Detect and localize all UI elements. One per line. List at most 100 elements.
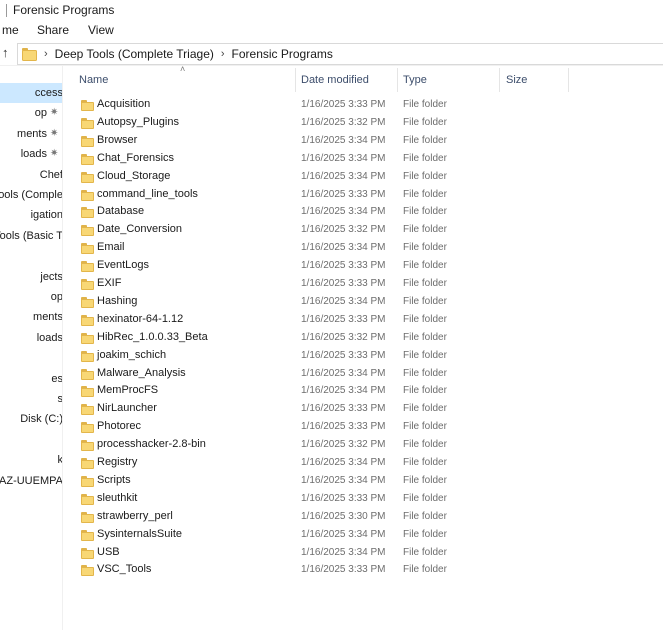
nav-item[interactable]: s bbox=[0, 389, 63, 409]
column-header-type[interactable]: Type bbox=[403, 74, 427, 86]
nav-item[interactable]: igation bbox=[0, 205, 62, 225]
nav-item[interactable] bbox=[0, 430, 62, 450]
column-divider[interactable] bbox=[499, 68, 500, 92]
file-row[interactable]: Email 1/16/2025 3:34 PM File folder bbox=[63, 239, 663, 257]
nav-item-label: op bbox=[50, 291, 63, 303]
folder-icon bbox=[81, 332, 94, 344]
ribbon-tab-share[interactable]: Share bbox=[37, 23, 69, 37]
file-row[interactable]: Malware_Analysis 1/16/2025 3:34 PM File fo… bbox=[63, 365, 663, 383]
nav-item[interactable]: ments ✷ bbox=[0, 124, 62, 144]
column-divider[interactable] bbox=[397, 68, 398, 92]
nav-item[interactable]: Chef bbox=[0, 165, 62, 185]
pin-icon[interactable]: ✷ bbox=[50, 144, 58, 164]
folder-icon bbox=[81, 171, 94, 183]
date-modified: 1/16/2025 3:33 PM bbox=[301, 313, 386, 325]
file-row[interactable]: Scripts 1/16/2025 3:34 PM File folder bbox=[63, 472, 663, 490]
file-name: Database bbox=[97, 205, 145, 218]
file-row[interactable]: EventLogs 1/16/2025 3:33 PM File folder bbox=[63, 257, 663, 275]
file-row[interactable]: Acquisition 1/16/2025 3:33 PM File folder bbox=[63, 96, 663, 114]
nav-item-label: ments bbox=[17, 127, 47, 140]
file-name: EXIF bbox=[97, 277, 122, 289]
folder-icon bbox=[81, 440, 94, 452]
file-row[interactable]: sleuthkit 1/16/2025 3:33 PM File folder bbox=[63, 490, 663, 508]
column-header-name[interactable]: Name bbox=[79, 74, 108, 86]
nav-item[interactable] bbox=[0, 246, 62, 266]
navigation-pane[interactable]: ccessop✷ments✷loads✷ChefTools (Compleiga… bbox=[0, 66, 63, 630]
file-row[interactable]: VSC_Tools 1/16/2025 3:33 PM File folder bbox=[63, 561, 663, 579]
folder-icon bbox=[81, 189, 94, 201]
nav-item[interactable]: ments bbox=[0, 307, 62, 327]
date-modified: 1/16/2025 3:34 PM bbox=[301, 474, 386, 486]
nav-item[interactable]: Disk (C:) bbox=[0, 409, 62, 429]
nav-item[interactable]: es bbox=[0, 369, 63, 389]
file-row[interactable]: processhacker-2.8-bin 1/16/2025 3:32 PM Fi… bbox=[63, 436, 663, 454]
file-row[interactable]: Browser 1/16/2025 3:34 PM File folder bbox=[63, 132, 663, 150]
column-divider[interactable] bbox=[568, 68, 569, 92]
address-bar[interactable]: › Deep Tools (Complete Triage) › Forensi… bbox=[17, 43, 663, 65]
file-row[interactable]: USB 1/16/2025 3:34 PM File folder bbox=[63, 544, 663, 562]
file-row[interactable]: joakim_schich 1/16/2025 3:33 PM File folde… bbox=[63, 347, 663, 365]
file-type: File folder bbox=[403, 116, 447, 128]
nav-item[interactable]: op bbox=[0, 287, 63, 307]
folder-icon bbox=[81, 243, 94, 255]
folder-icon bbox=[81, 153, 94, 165]
file-type: File folder bbox=[403, 492, 447, 504]
file-row[interactable]: Photorec 1/16/2025 3:33 PM File folder bbox=[63, 418, 663, 436]
file-row[interactable]: hexinator-64-1.12 1/16/2025 3:33 PM File f… bbox=[63, 311, 663, 329]
file-type: File folder bbox=[403, 313, 447, 325]
column-header-size[interactable]: Size bbox=[506, 74, 527, 86]
breadcrumb-forensic-programs[interactable]: Forensic Programs bbox=[232, 47, 333, 61]
title-bar: Forensic Programs bbox=[0, 0, 663, 20]
nav-item[interactable]: op ✷ bbox=[0, 103, 62, 123]
file-row[interactable]: Chat_Forensics 1/16/2025 3:34 PM File fold… bbox=[63, 150, 663, 168]
chevron-right-icon[interactable]: › bbox=[44, 48, 48, 60]
file-type: File folder bbox=[403, 403, 447, 415]
nav-item[interactable]: MAZ-UUEMPA bbox=[0, 471, 62, 491]
file-row[interactable]: HibRec_1.0.0.33_Beta 1/16/2025 3:32 PM Fil… bbox=[63, 329, 663, 347]
file-type: File folder bbox=[403, 564, 447, 576]
nav-item[interactable]: Tools (Basic T bbox=[0, 226, 62, 246]
date-modified: 1/16/2025 3:32 PM bbox=[301, 224, 386, 236]
file-row[interactable]: Hashing 1/16/2025 3:34 PM File folder bbox=[63, 293, 663, 311]
pin-icon[interactable]: ✷ bbox=[50, 124, 58, 144]
file-name: Email bbox=[97, 241, 125, 254]
date-modified: 1/16/2025 3:33 PM bbox=[301, 492, 386, 504]
file-row[interactable]: Cloud_Storage 1/16/2025 3:34 PM File folde… bbox=[63, 168, 663, 186]
file-row[interactable]: SysinternalsSuite 1/16/2025 3:34 PM File f… bbox=[63, 526, 663, 544]
date-modified: 1/16/2025 3:33 PM bbox=[301, 349, 386, 361]
ribbon-tab-home[interactable]: me bbox=[2, 23, 19, 37]
ribbon: me Share View bbox=[0, 20, 663, 40]
file-name: USB bbox=[97, 545, 120, 558]
file-row[interactable]: Date_Conversion 1/16/2025 3:32 PM File fol… bbox=[63, 221, 663, 239]
file-row[interactable]: strawberry_perl 1/16/2025 3:30 PM File fol… bbox=[63, 508, 663, 526]
nav-item[interactable]: jects bbox=[0, 267, 62, 287]
file-row[interactable]: command_line_tools 1/16/2025 3:33 PM File … bbox=[63, 186, 663, 204]
file-row[interactable]: Autopsy_Plugins 1/16/2025 3:32 PM File fol… bbox=[63, 114, 663, 132]
nav-item[interactable]: loads ✷ bbox=[0, 144, 62, 164]
nav-item-label: es bbox=[51, 372, 63, 385]
file-row[interactable]: Registry 1/16/2025 3:34 PM File folder bbox=[63, 454, 663, 472]
date-modified: 1/16/2025 3:33 PM bbox=[301, 99, 386, 110]
date-modified: 1/16/2025 3:33 PM bbox=[301, 403, 386, 415]
nav-item[interactable]: k bbox=[0, 450, 63, 470]
column-header-date[interactable]: Date modified bbox=[301, 74, 369, 86]
file-row[interactable]: EXIF 1/16/2025 3:33 PM File folder bbox=[63, 275, 663, 293]
window-title: Forensic Programs bbox=[13, 3, 115, 17]
date-modified: 1/16/2025 3:34 PM bbox=[301, 385, 386, 397]
nav-item[interactable]: Tools (Comple bbox=[0, 185, 62, 205]
up-arrow-icon[interactable]: ↑ bbox=[2, 45, 9, 60]
pin-icon[interactable]: ✷ bbox=[50, 103, 58, 123]
ribbon-tab-view[interactable]: View bbox=[88, 23, 114, 37]
date-modified: 1/16/2025 3:34 PM bbox=[301, 546, 386, 558]
chevron-right-icon[interactable]: › bbox=[221, 48, 225, 60]
nav-item[interactable]: ccess bbox=[0, 83, 62, 103]
file-row[interactable]: MemProcFS 1/16/2025 3:34 PM File folder bbox=[63, 382, 663, 400]
nav-item[interactable]: loads bbox=[0, 328, 62, 348]
breadcrumb-deep-tools[interactable]: Deep Tools (Complete Triage) bbox=[55, 47, 214, 61]
date-modified: 1/16/2025 3:32 PM bbox=[301, 116, 386, 128]
file-name: Browser bbox=[97, 133, 138, 146]
column-divider[interactable] bbox=[295, 68, 296, 92]
file-row[interactable]: Database 1/16/2025 3:34 PM File folder bbox=[63, 203, 663, 221]
file-row[interactable]: NirLauncher 1/16/2025 3:33 PM File folder bbox=[63, 400, 663, 418]
nav-item[interactable] bbox=[0, 348, 62, 368]
